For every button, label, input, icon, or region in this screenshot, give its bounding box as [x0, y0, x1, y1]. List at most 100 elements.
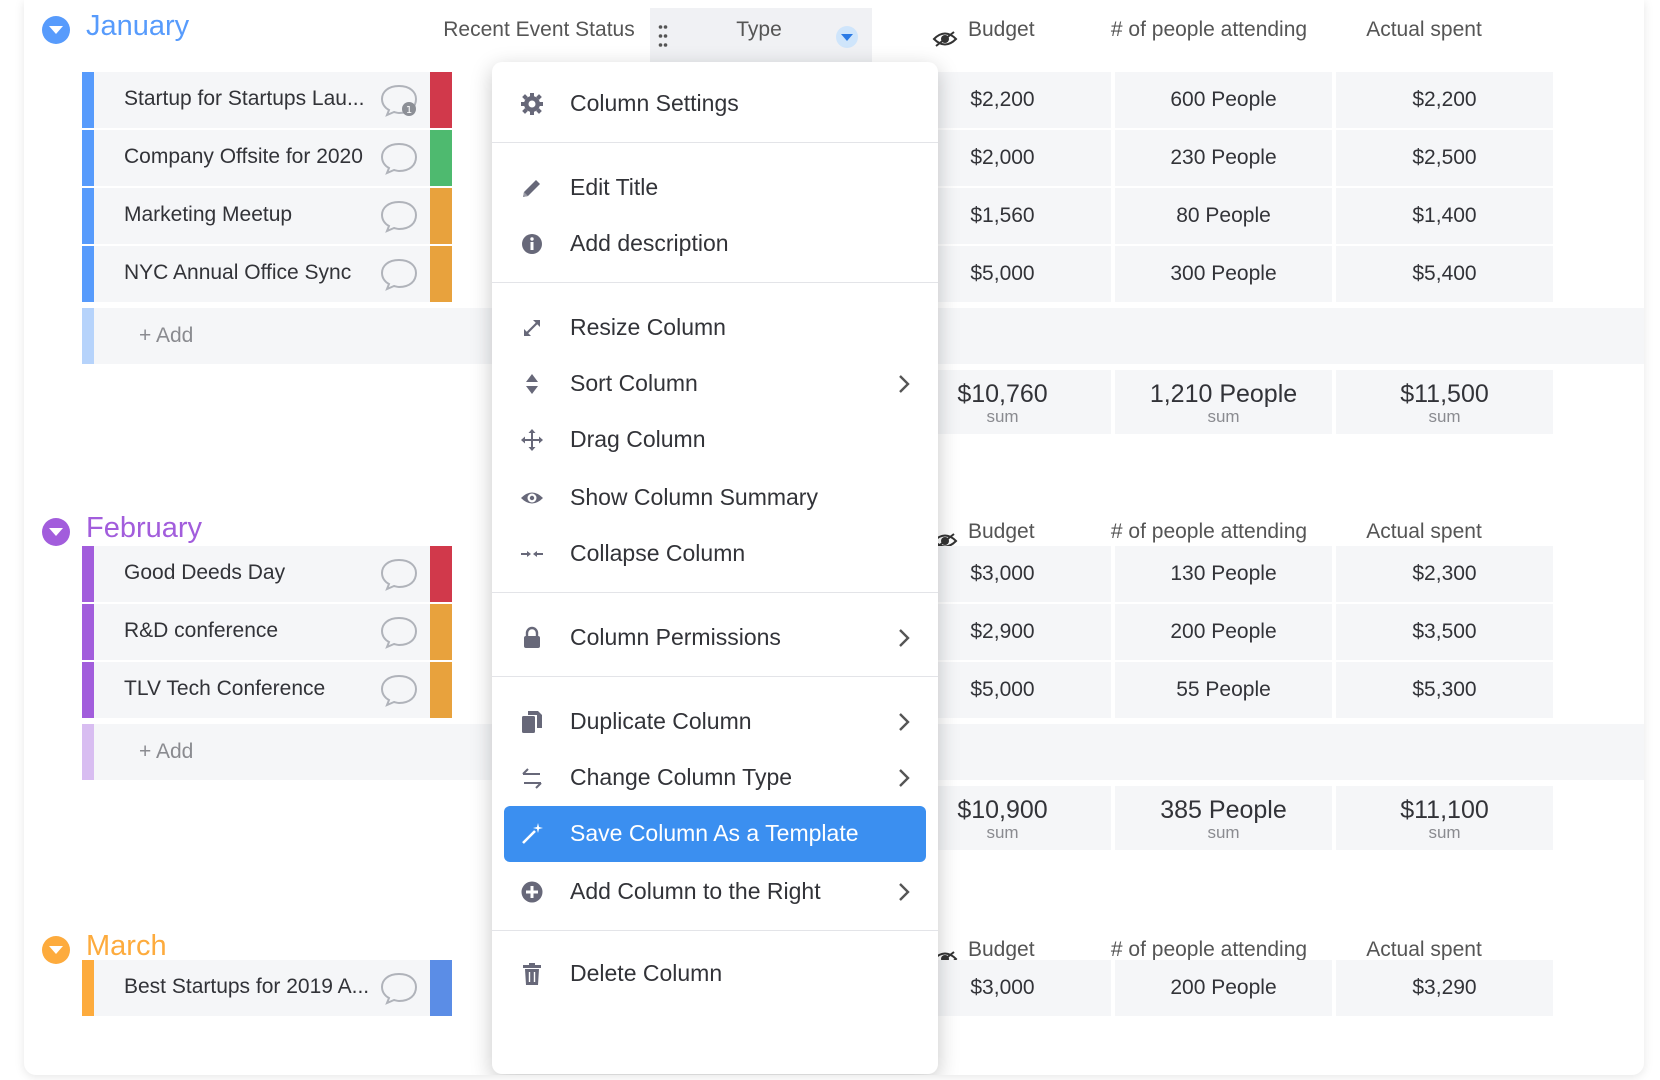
- item-name[interactable]: Marketing Meetup: [124, 203, 292, 227]
- column-header-status[interactable]: Recent Event Status: [424, 18, 654, 42]
- group-title[interactable]: March: [86, 930, 167, 963]
- item-name[interactable]: Company Offsite for 2020: [124, 145, 363, 169]
- status-cell[interactable]: [430, 604, 452, 660]
- trash-icon: [523, 963, 541, 985]
- people-cell[interactable]: 200 People: [1115, 604, 1332, 660]
- name-cell[interactable]: Startup for Startups Lau... 1: [94, 72, 431, 128]
- menu-item-collapse-column[interactable]: Collapse Column: [504, 526, 926, 582]
- column-header-spent[interactable]: Actual spent: [1344, 520, 1504, 544]
- people-cell[interactable]: 130 People: [1115, 546, 1332, 602]
- column-header-people[interactable]: # of people attending: [1094, 938, 1324, 962]
- name-cell[interactable]: Marketing Meetup: [94, 188, 431, 244]
- column-header-budget[interactable]: Budget: [968, 18, 1048, 42]
- people-summary: 385 People sum: [1115, 786, 1332, 850]
- column-header-people[interactable]: # of people attending: [1094, 520, 1324, 544]
- column-header-budget[interactable]: Budget: [968, 520, 1048, 544]
- collapse-group-icon[interactable]: [42, 518, 70, 546]
- column-header-type[interactable]: Type: [714, 18, 804, 42]
- status-cell[interactable]: [430, 960, 452, 1016]
- info-icon: [522, 234, 542, 254]
- people-cell[interactable]: 200 People: [1115, 960, 1332, 1016]
- menu-item-edit-title[interactable]: Edit Title: [504, 160, 926, 216]
- status-cell[interactable]: [430, 130, 452, 186]
- chevron-right-icon: [899, 375, 910, 393]
- people-cell[interactable]: 80 People: [1115, 188, 1332, 244]
- status-cell[interactable]: [430, 72, 452, 128]
- menu-item-label: Duplicate Column: [570, 708, 752, 734]
- name-cell[interactable]: Company Offsite for 2020: [94, 130, 431, 186]
- menu-item-add-description[interactable]: Add description: [504, 216, 926, 272]
- spent-cell[interactable]: $1,400: [1336, 188, 1553, 244]
- comment-bubble-icon[interactable]: [379, 971, 419, 1005]
- row-color-bar: [82, 546, 94, 602]
- status-cell[interactable]: [430, 662, 452, 718]
- summary-value: 385 People: [1160, 796, 1287, 824]
- menu-divider: [492, 676, 938, 677]
- column-header-budget[interactable]: Budget: [968, 938, 1048, 962]
- spent-cell[interactable]: $3,290: [1336, 960, 1553, 1016]
- people-cell[interactable]: 230 People: [1115, 130, 1332, 186]
- row-color-bar: [82, 724, 94, 780]
- spent-cell[interactable]: $3,500: [1336, 604, 1553, 660]
- people-cell[interactable]: 55 People: [1115, 662, 1332, 718]
- column-menu-dropdown-icon[interactable]: [836, 26, 858, 48]
- menu-item-label: Resize Column: [570, 314, 726, 340]
- chevron-right-icon: [899, 629, 910, 647]
- spent-cell[interactable]: $5,300: [1336, 662, 1553, 718]
- menu-item-column-permissions[interactable]: Column Permissions: [504, 610, 926, 666]
- people-cell[interactable]: 300 People: [1115, 246, 1332, 302]
- item-name[interactable]: R&D conference: [124, 619, 278, 643]
- group-title[interactable]: January: [86, 10, 189, 43]
- item-name[interactable]: Startup for Startups Lau...: [124, 87, 364, 111]
- row-color-bar: [82, 960, 94, 1016]
- menu-item-save-column-as-template[interactable]: Save Column As a Template: [504, 806, 926, 862]
- comment-bubble-icon[interactable]: [379, 141, 419, 175]
- column-header-spent[interactable]: Actual spent: [1344, 938, 1504, 962]
- comment-bubble-icon[interactable]: [379, 199, 419, 233]
- name-cell[interactable]: Best Startups for 2019 A...: [94, 960, 431, 1016]
- group-title[interactable]: February: [86, 512, 202, 545]
- spent-cell[interactable]: $2,300: [1336, 546, 1553, 602]
- item-name[interactable]: Best Startups for 2019 A...: [124, 975, 369, 999]
- drag-handle-icon[interactable]: [658, 24, 668, 48]
- spent-cell[interactable]: $2,200: [1336, 72, 1553, 128]
- menu-item-delete-column[interactable]: Delete Column: [504, 946, 926, 1002]
- status-cell[interactable]: [430, 546, 452, 602]
- item-name[interactable]: Good Deeds Day: [124, 561, 285, 585]
- menu-item-column-settings[interactable]: Column Settings: [504, 76, 926, 132]
- name-cell[interactable]: Good Deeds Day: [94, 546, 431, 602]
- menu-item-duplicate-column[interactable]: Duplicate Column: [504, 694, 926, 750]
- people-cell[interactable]: 600 People: [1115, 72, 1332, 128]
- menu-item-drag-column[interactable]: Drag Column: [504, 412, 926, 468]
- comment-bubble-icon[interactable]: [379, 257, 419, 291]
- collapse-group-icon[interactable]: [42, 16, 70, 44]
- name-cell[interactable]: R&D conference: [94, 604, 431, 660]
- item-name[interactable]: NYC Annual Office Sync: [124, 261, 351, 285]
- status-cell[interactable]: [430, 246, 452, 302]
- comment-bubble-icon[interactable]: [379, 673, 419, 707]
- comment-bubble-icon[interactable]: 1: [379, 83, 419, 117]
- menu-item-resize-column[interactable]: Resize Column: [504, 300, 926, 356]
- row-color-bar: [82, 246, 94, 302]
- status-cell[interactable]: [430, 188, 452, 244]
- menu-item-sort-column[interactable]: Sort Column: [504, 356, 926, 412]
- menu-item-add-column-right[interactable]: Add Column to the Right: [504, 864, 926, 920]
- add-item-button[interactable]: + Add: [139, 740, 193, 764]
- spent-cell[interactable]: $5,400: [1336, 246, 1553, 302]
- people-summary: 1,210 People sum: [1115, 370, 1332, 434]
- lock-icon: [524, 626, 540, 648]
- comment-bubble-icon[interactable]: [379, 557, 419, 591]
- menu-item-show-column-summary[interactable]: Show Column Summary: [504, 470, 926, 526]
- group-header: January Recent Event Status Type Budget …: [24, 0, 1644, 62]
- collapse-group-icon[interactable]: [42, 936, 70, 964]
- comment-bubble-icon[interactable]: [379, 615, 419, 649]
- menu-item-change-column-type[interactable]: Change Column Type: [504, 750, 926, 806]
- name-cell[interactable]: TLV Tech Conference: [94, 662, 431, 718]
- add-item-button[interactable]: + Add: [139, 324, 193, 348]
- spent-cell[interactable]: $2,500: [1336, 130, 1553, 186]
- menu-item-label: Add description: [570, 230, 729, 256]
- column-header-people[interactable]: # of people attending: [1094, 18, 1324, 42]
- item-name[interactable]: TLV Tech Conference: [124, 677, 325, 701]
- column-header-spent[interactable]: Actual spent: [1344, 18, 1504, 42]
- name-cell[interactable]: NYC Annual Office Sync: [94, 246, 431, 302]
